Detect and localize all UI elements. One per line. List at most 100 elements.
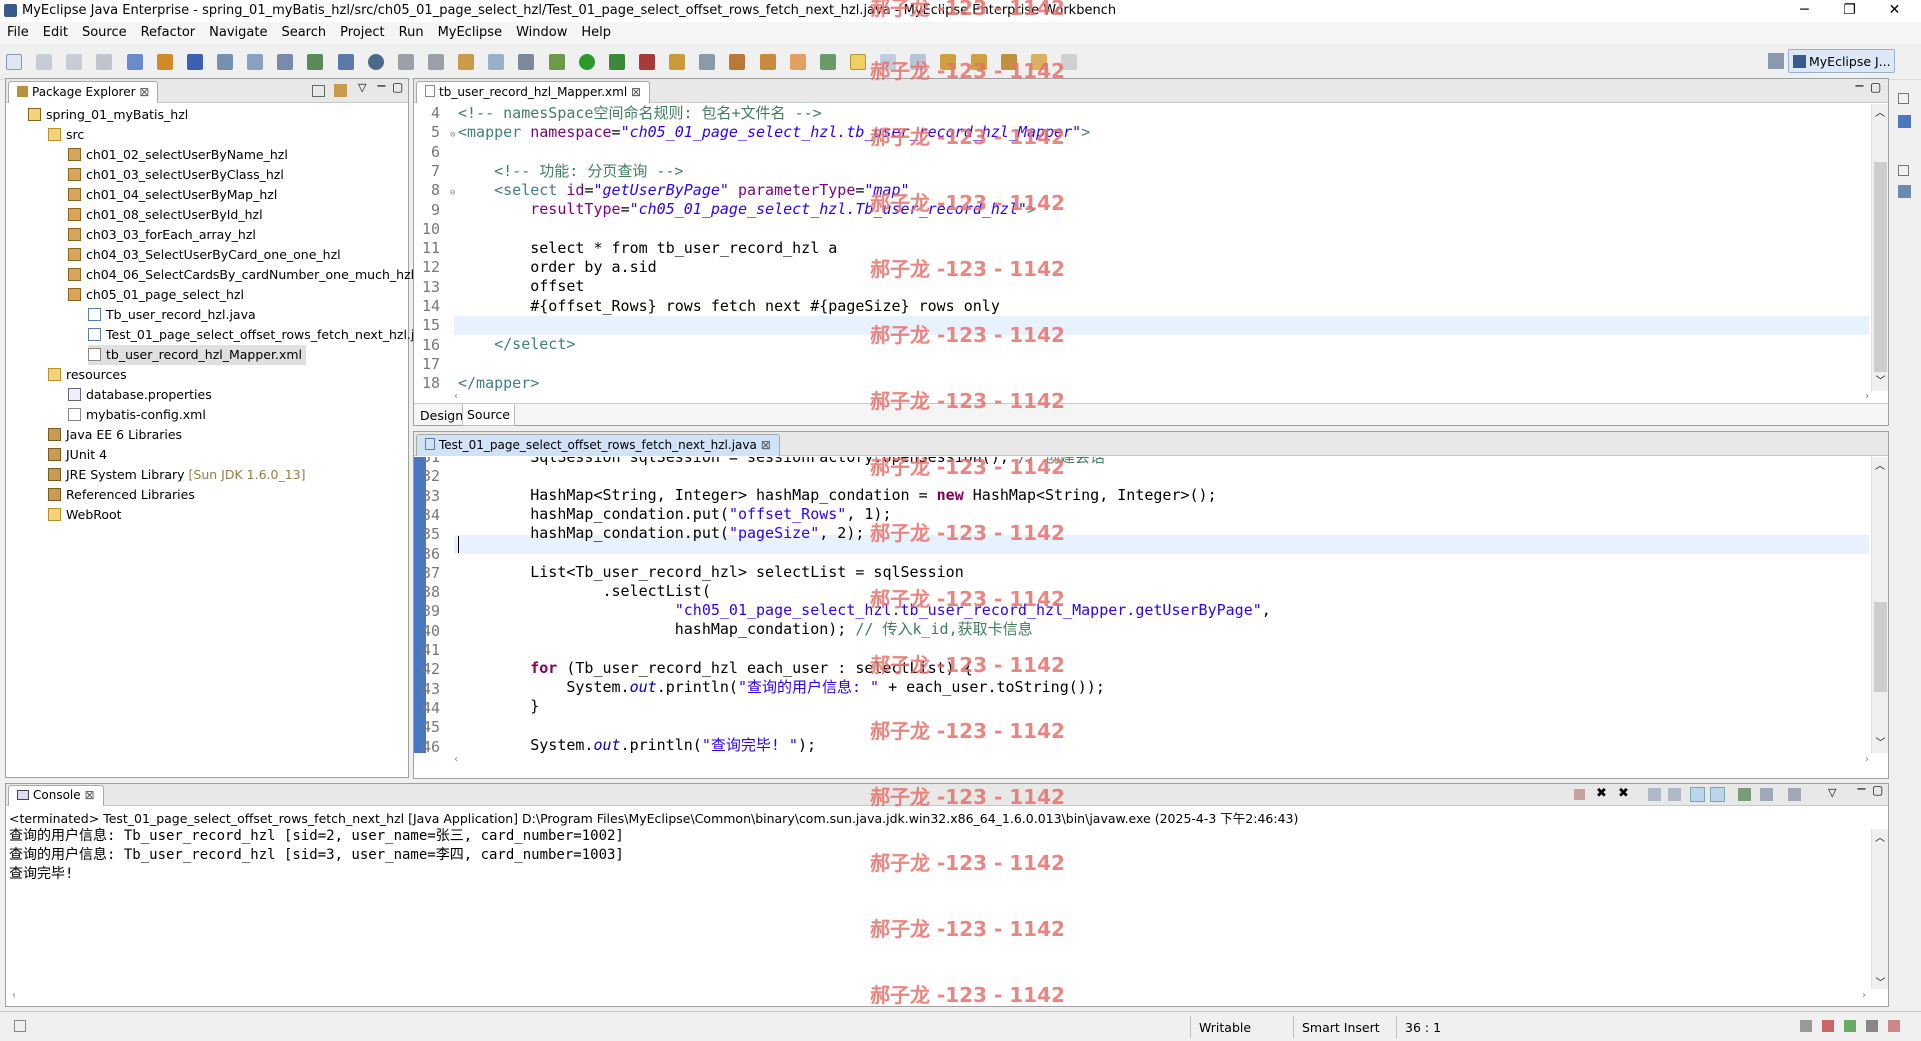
view-menu-icon[interactable]: ▽: [358, 81, 366, 94]
system-tray-icon[interactable]: [1888, 1020, 1900, 1032]
menu-edit[interactable]: Edit: [36, 22, 75, 43]
scroll-up-arrow-icon[interactable]: ︿: [1872, 104, 1888, 123]
task-list-icon[interactable]: [1898, 185, 1911, 198]
clear-console-icon[interactable]: [1648, 788, 1661, 801]
refresh-icon[interactable]: [397, 54, 414, 70]
fold-marker-icon[interactable]: ⊖: [450, 126, 455, 145]
vertical-scrollbar[interactable]: ︿ ﹀: [1871, 457, 1888, 753]
minimize-view-icon[interactable]: −: [1856, 782, 1867, 797]
menu-help[interactable]: Help: [574, 22, 618, 43]
maximize-view-icon[interactable]: ▢: [392, 80, 403, 94]
menu-source[interactable]: Source: [75, 22, 134, 43]
scroll-thumb[interactable]: [1874, 602, 1887, 692]
save-all-icon[interactable]: [66, 54, 83, 70]
system-tray-icon[interactable]: [1800, 1020, 1812, 1032]
open-console-icon[interactable]: [1788, 788, 1801, 801]
tree-item-xml-file-selected[interactable]: tb_user_record_hzl_Mapper.xml: [88, 345, 307, 365]
save-icon[interactable]: [36, 54, 53, 70]
tree-item-package[interactable]: ch01_03_selectUserByClass_hzl: [68, 165, 284, 185]
minimize-view-icon[interactable]: −: [1854, 79, 1865, 94]
restore-icon[interactable]: [1898, 93, 1909, 104]
scroll-right-arrow-icon[interactable]: ›: [1862, 990, 1866, 1001]
perspective-icon[interactable]: [518, 54, 535, 70]
remove-all-icon[interactable]: ✖: [1618, 786, 1629, 801]
tree-item-package[interactable]: ch03_03_forEach_array_hzl: [68, 225, 256, 245]
scroll-down-arrow-icon[interactable]: ﹀: [1872, 734, 1888, 753]
db-icon[interactable]: [699, 54, 716, 70]
menu-refactor[interactable]: Refactor: [134, 22, 203, 43]
server-icon[interactable]: [186, 54, 203, 70]
vertical-scrollbar[interactable]: ︿ ﹀: [1871, 104, 1888, 391]
tree-item-webroot[interactable]: WebRoot: [48, 505, 122, 525]
globe-icon[interactable]: [367, 54, 384, 70]
tree-item-xml-file[interactable]: mybatis-config.xml: [68, 405, 206, 425]
new-icon[interactable]: [6, 54, 22, 70]
menu-window[interactable]: Window: [509, 22, 574, 43]
maximize-view-icon[interactable]: ▢: [1872, 783, 1883, 797]
scroll-right-arrow-icon[interactable]: ›: [1865, 391, 1869, 402]
collapse-all-icon[interactable]: [312, 85, 325, 97]
pin-icon[interactable]: [1738, 788, 1751, 801]
history-icon[interactable]: [427, 54, 444, 70]
run-icon[interactable]: [578, 54, 595, 70]
close-icon[interactable]: ⊠: [631, 85, 641, 99]
vertical-scrollbar[interactable]: ︿ ﹀: [1871, 829, 1888, 989]
display-console-icon[interactable]: [1760, 788, 1773, 801]
restore-icon[interactable]: [1898, 165, 1909, 176]
mark-icon[interactable]: [789, 54, 806, 70]
scroll-right-arrow-icon[interactable]: ›: [1865, 754, 1869, 765]
tree-item-package[interactable]: ch05_01_page_select_hzl: [68, 285, 244, 305]
debug-icon[interactable]: [548, 54, 565, 70]
menu-project[interactable]: Project: [333, 22, 391, 43]
show-stderr-icon[interactable]: [1710, 787, 1725, 802]
scroll-left-arrow-icon[interactable]: ‹: [12, 990, 16, 1001]
highlight-icon[interactable]: [849, 54, 866, 70]
wizard-icon[interactable]: [247, 54, 264, 70]
deploy-icon[interactable]: [156, 54, 173, 70]
view-menu-icon[interactable]: ▽: [1828, 786, 1836, 799]
outline-icon[interactable]: [1898, 115, 1911, 128]
menu-file[interactable]: File: [0, 22, 36, 43]
scroll-down-arrow-icon[interactable]: ﹀: [1872, 974, 1889, 989]
scroll-down-arrow-icon[interactable]: ﹀: [1872, 372, 1888, 391]
system-tray-icon[interactable]: [1866, 1020, 1878, 1032]
fold-marker-icon[interactable]: ⊖: [450, 184, 455, 203]
web-icon[interactable]: [277, 54, 294, 70]
xml-code-area[interactable]: 4 5 6 7 8 9 10 11 12 13 14 15 16 17 18 <!-- namesSpace…: [414, 104, 1888, 391]
show-stdout-icon[interactable]: [1690, 787, 1705, 802]
new-server-icon[interactable]: [126, 54, 143, 70]
tree-item-package[interactable]: ch01_08_selectUserById_hzl: [68, 205, 263, 225]
menu-myeclipse[interactable]: MyEclipse: [431, 22, 510, 43]
scroll-lock-icon[interactable]: [1668, 788, 1681, 801]
system-tray-icon[interactable]: [1822, 1020, 1834, 1032]
maximize-button[interactable]: ❐: [1827, 0, 1872, 22]
external-tools-icon[interactable]: [638, 54, 655, 70]
tab-source[interactable]: Source: [462, 404, 515, 426]
close-icon[interactable]: ⊠: [139, 85, 149, 99]
new-package-icon[interactable]: [458, 54, 475, 70]
minimize-button[interactable]: ─: [1782, 0, 1827, 22]
open-perspective-icon[interactable]: [1768, 53, 1784, 69]
system-tray-icon[interactable]: [1844, 1020, 1856, 1032]
scroll-up-arrow-icon[interactable]: ︿: [1872, 457, 1888, 476]
menu-navigate[interactable]: Navigate: [202, 22, 274, 43]
close-icon[interactable]: ⊠: [761, 438, 771, 452]
tree-item-library[interactable]: Java EE 6 Libraries: [48, 425, 182, 445]
menu-search[interactable]: Search: [274, 22, 333, 43]
tree-item-library[interactable]: Referenced Libraries: [48, 485, 195, 505]
scroll-left-arrow-icon[interactable]: ‹: [454, 391, 458, 402]
fast-view-icon[interactable]: [14, 1020, 26, 1032]
tree-item-library[interactable]: JRE System Library [Sun JDK 1.6.0_13]: [48, 465, 305, 485]
print-icon[interactable]: [96, 54, 113, 70]
grid-icon[interactable]: [669, 54, 686, 70]
menu-run[interactable]: Run: [392, 22, 431, 43]
tree-item-properties-file[interactable]: database.properties: [68, 385, 212, 405]
java-code-area[interactable]: 3132333435363738394041424344454647 SqlSe…: [414, 457, 1888, 753]
minimize-view-icon[interactable]: −: [376, 79, 387, 94]
toggle-icon[interactable]: [819, 54, 836, 70]
scroll-thumb[interactable]: [1874, 162, 1887, 372]
browser-icon[interactable]: [216, 54, 233, 70]
scroll-up-arrow-icon[interactable]: ︿: [1872, 829, 1888, 844]
close-button[interactable]: ✕: [1872, 0, 1917, 22]
tree-item-package[interactable]: ch04_03_SelectUserByCard_one_one_hzl: [68, 245, 341, 265]
